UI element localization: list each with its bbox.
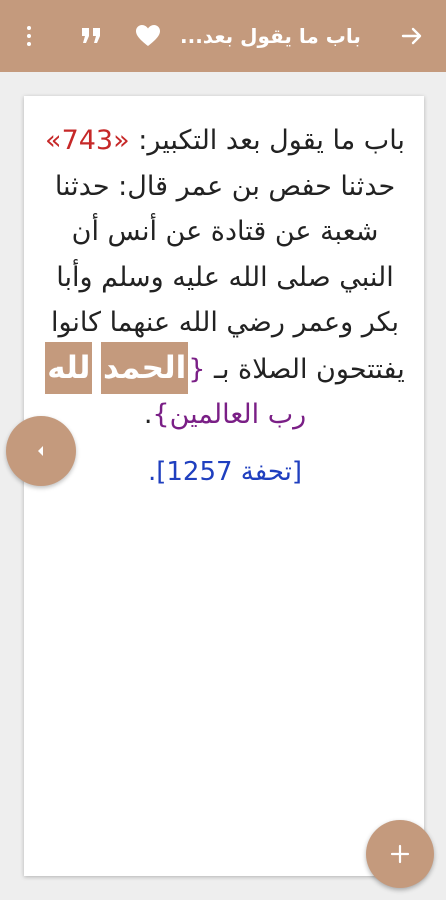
back-button[interactable] xyxy=(392,0,432,72)
plus-icon xyxy=(390,844,410,864)
more-vert-icon xyxy=(27,26,31,46)
heart-icon xyxy=(136,25,160,46)
hadith-content: باب ما يقول بعد التكبير: «743» حدثنا حفص… xyxy=(44,118,406,495)
quote-button[interactable] xyxy=(72,0,112,72)
add-fab-button[interactable] xyxy=(366,820,434,888)
hadith-number: «743» xyxy=(45,125,130,156)
more-options-button[interactable] xyxy=(14,0,44,72)
quote-icon xyxy=(82,28,100,43)
highlighted-word-2: لله xyxy=(45,341,93,394)
tuhfa-reference: [تحفة 1257] xyxy=(156,456,303,487)
chevron-left-icon xyxy=(38,446,43,456)
drawer-handle-button[interactable] xyxy=(6,416,76,486)
highlighted-word: الحمد xyxy=(100,341,189,394)
quran-space xyxy=(92,354,101,385)
quran-verse-text: رب العالمين} xyxy=(152,399,307,430)
quran-open-brace: { xyxy=(188,353,206,385)
reference-line: [تحفة 1257]. xyxy=(44,450,406,496)
chapter-title: باب ما يقول بعد التكبير: xyxy=(138,125,405,156)
hadith-card: باب ما يقول بعد التكبير: «743» حدثنا حفص… xyxy=(24,96,424,876)
page-title: باب ما يقول بعد... xyxy=(180,24,361,48)
reference-end: . xyxy=(147,456,157,487)
top-app-bar: باب ما يقول بعد... xyxy=(0,0,446,72)
favorite-button[interactable] xyxy=(128,0,168,72)
arrow-forward-icon xyxy=(401,27,422,45)
